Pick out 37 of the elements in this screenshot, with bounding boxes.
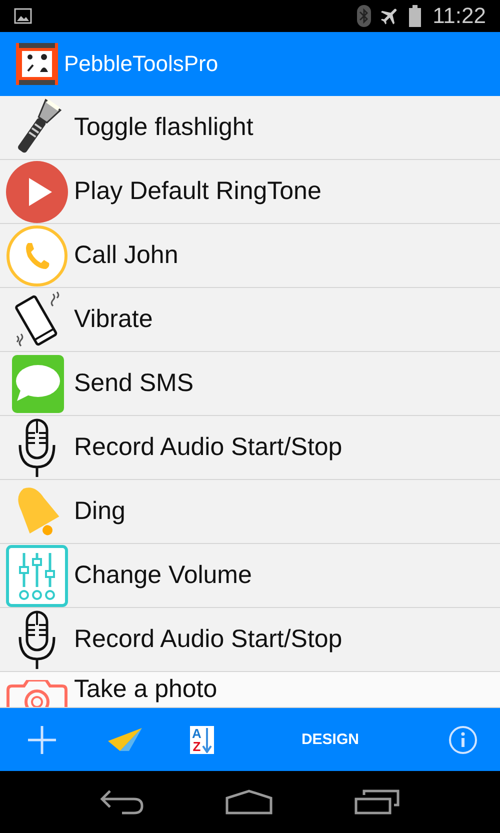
action-label: Ding — [74, 497, 126, 526]
design-button[interactable]: DESIGN — [299, 729, 361, 750]
info-icon — [448, 724, 478, 754]
action-row[interactable]: Send SMS — [0, 352, 500, 416]
paper-plane-icon — [107, 726, 144, 752]
action-label: Call John — [74, 241, 178, 270]
sort-button[interactable]: A Z — [190, 726, 214, 754]
action-label: Toggle flashlight — [74, 113, 254, 142]
home-icon — [224, 789, 273, 815]
plus-icon — [26, 724, 58, 756]
down-arrow-icon — [202, 726, 212, 752]
clock: 11:22 — [432, 3, 486, 29]
action-label: Record Audio Start/Stop — [74, 433, 342, 462]
equalizer-icon — [6, 544, 68, 606]
image-icon — [14, 8, 32, 24]
action-label: Play Default RingTone — [74, 177, 322, 206]
action-label: Vibrate — [74, 305, 153, 334]
battery-icon — [408, 5, 421, 27]
app-logo-icon — [16, 43, 58, 85]
action-row[interactable]: Call John — [0, 224, 500, 288]
phone-icon — [6, 224, 68, 286]
action-row[interactable]: Record Audio Start/Stop — [0, 416, 500, 480]
back-icon — [100, 789, 144, 815]
app-title: PebbleToolsPro — [64, 51, 218, 77]
play-icon — [6, 160, 68, 222]
action-row[interactable]: Toggle flashlight — [0, 96, 500, 160]
action-label: Record Audio Start/Stop — [74, 625, 342, 654]
message-icon — [9, 352, 65, 414]
recent-apps-icon — [354, 789, 400, 815]
bluetooth-icon — [356, 5, 371, 27]
action-row[interactable]: Play Default RingTone — [0, 160, 500, 224]
action-label: Change Volume — [74, 561, 252, 590]
action-label: Take a photo — [74, 674, 218, 704]
camera-icon — [6, 680, 68, 707]
action-row[interactable]: Record Audio Start/Stop — [0, 608, 500, 672]
action-row[interactable]: Change Volume — [0, 544, 500, 608]
action-label: Send SMS — [74, 369, 194, 398]
